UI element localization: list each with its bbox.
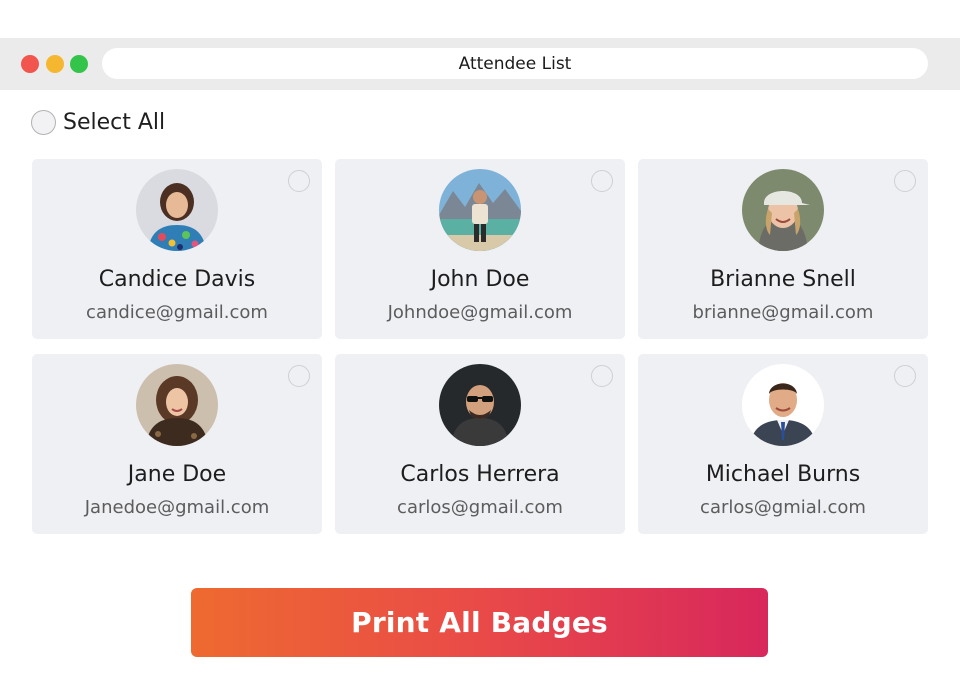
avatar — [742, 364, 824, 446]
attendee-select-radio[interactable] — [288, 365, 310, 387]
attendee-name: Candice Davis — [98, 267, 256, 292]
attendee-select-radio[interactable] — [591, 170, 613, 192]
attendee-name: Michael Burns — [705, 462, 861, 487]
attendee-card[interactable]: John Doe Johndoe@gmail.com — [335, 159, 625, 339]
select-all-label: Select All — [63, 109, 166, 135]
attendee-card[interactable]: Michael Burns carlos@gmial.com — [638, 354, 928, 534]
attendee-email: Janedoe@gmail.com — [84, 497, 270, 518]
attendee-select-radio[interactable] — [591, 365, 613, 387]
close-window-button[interactable] — [21, 55, 39, 73]
avatar — [742, 169, 824, 251]
avatar — [439, 364, 521, 446]
avatar — [136, 364, 218, 446]
attendee-select-radio[interactable] — [288, 170, 310, 192]
attendee-email: brianne@gmail.com — [692, 302, 874, 323]
attendee-card[interactable]: Candice Davis candice@gmail.com — [32, 159, 322, 339]
attendee-email: candice@gmail.com — [86, 302, 268, 323]
attendee-email: Johndoe@gmail.com — [387, 302, 573, 323]
maximize-window-button[interactable] — [70, 55, 88, 73]
select-all-radio[interactable] — [31, 109, 56, 135]
attendee-name: Jane Doe — [127, 462, 227, 487]
attendee-name: John Doe — [430, 267, 530, 292]
attendee-email: carlos@gmail.com — [397, 497, 563, 518]
attendee-select-radio[interactable] — [894, 365, 916, 387]
attendee-card[interactable]: Brianne Snell brianne@gmail.com — [638, 159, 928, 339]
attendee-name: Carlos Herrera — [400, 462, 560, 487]
window-title-bar: Attendee List — [102, 48, 928, 79]
avatar — [439, 169, 521, 251]
attendee-card[interactable]: Carlos Herrera carlos@gmail.com — [335, 354, 625, 534]
select-all-toggle[interactable]: Select All — [31, 107, 165, 137]
avatar — [136, 169, 218, 251]
attendee-email: carlos@gmial.com — [700, 497, 866, 518]
window-title: Attendee List — [458, 53, 572, 74]
print-all-badges-button[interactable]: Print All Badges — [191, 588, 768, 657]
minimize-window-button[interactable] — [46, 55, 64, 73]
window-titlebar: Attendee List — [0, 38, 960, 90]
attendee-select-radio[interactable] — [894, 170, 916, 192]
attendee-name: Brianne Snell — [710, 267, 856, 292]
attendee-card[interactable]: Jane Doe Janedoe@gmail.com — [32, 354, 322, 534]
